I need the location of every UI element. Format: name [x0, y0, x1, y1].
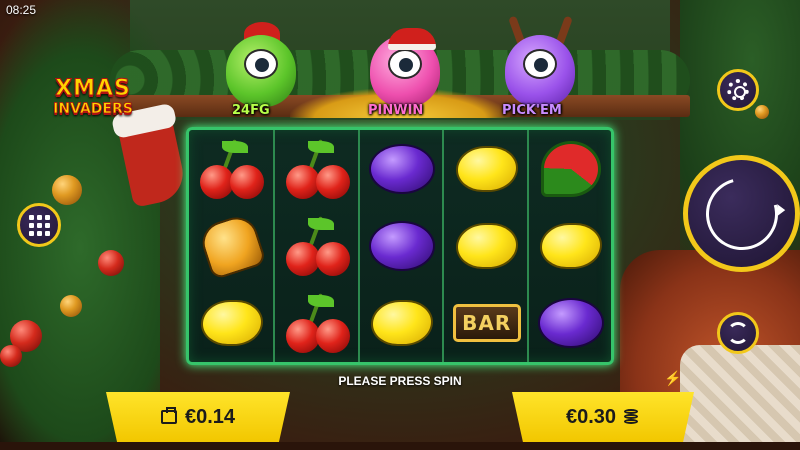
- reel-cell: [189, 130, 274, 207]
- reel-cell: [529, 284, 614, 361]
- green-monster-icon: [226, 35, 296, 107]
- reel-column: [526, 130, 614, 362]
- turbo-icon[interactable]: ⚡: [664, 370, 681, 388]
- reel-grid: BAR: [186, 127, 614, 365]
- bell-symbol-icon: [196, 211, 267, 280]
- autoplay-icon: [727, 322, 749, 344]
- spin-button[interactable]: [683, 155, 800, 272]
- balance-value: €0.14: [184, 405, 236, 428]
- reel-cell: [275, 207, 360, 284]
- balance-panel: €0.14: [106, 392, 290, 442]
- reel-cell: [444, 207, 529, 284]
- lemon-symbol-icon: [371, 299, 434, 346]
- reel-cell: [360, 130, 445, 207]
- reel-cell: [360, 207, 445, 284]
- logo-line-1: XMAS: [55, 76, 131, 101]
- reel-cell: [444, 130, 529, 207]
- settings-button[interactable]: [717, 69, 759, 111]
- game-logo: XMAS INVADERS: [38, 76, 148, 117]
- reel-cell: [275, 130, 360, 207]
- bar-symbol: BAR: [452, 303, 521, 342]
- feature-pickem-label: PICK'EM: [502, 103, 562, 118]
- reel-column: [357, 130, 445, 362]
- reel-column: BAR: [442, 130, 527, 362]
- spin-icon: [692, 164, 791, 263]
- cherry-symbol-icon: [198, 138, 266, 199]
- santa-hat: [388, 28, 436, 50]
- ornament: [755, 105, 769, 119]
- feature-free-games-label: 24FG: [232, 103, 270, 118]
- reel-cell: [189, 207, 274, 284]
- grid-menu-icon: [28, 214, 50, 236]
- ornament: [98, 250, 124, 276]
- lemon-symbol-icon: [540, 222, 603, 269]
- plum-symbol-icon: [538, 297, 605, 348]
- reel-cell: BAR: [444, 284, 529, 361]
- purple-monster-icon: [505, 35, 575, 107]
- bottom-strip: [0, 442, 800, 450]
- pillow: [680, 345, 800, 450]
- reel-cell: [529, 130, 614, 207]
- ornament: [52, 175, 82, 205]
- watermelon-symbol-icon: [541, 140, 602, 197]
- lemon-symbol-icon: [200, 299, 263, 346]
- ornament: [60, 295, 82, 317]
- lemon-symbol-icon: [455, 222, 518, 269]
- plum-symbol-icon: [369, 220, 436, 271]
- feature-pinwin-label: PINWIN: [368, 103, 424, 118]
- wallet-icon: [160, 407, 177, 424]
- reel-column: [189, 130, 274, 362]
- coin-stack-icon: [624, 409, 640, 425]
- reel-cell: [360, 284, 445, 361]
- reel-cell: [529, 207, 614, 284]
- plum-symbol-icon: [369, 143, 436, 194]
- cherry-symbol-icon: [284, 215, 352, 276]
- reel-cell: [189, 284, 274, 361]
- cherry-symbol-icon: [284, 138, 352, 199]
- logo-line-2: INVADERS: [53, 101, 134, 117]
- reel-column: [273, 130, 358, 362]
- gear-icon: [727, 79, 749, 101]
- ornament: [0, 345, 22, 367]
- bet-value: €0.30: [565, 405, 617, 428]
- cherry-symbol-icon: [284, 292, 352, 353]
- clock: 08:25: [6, 3, 37, 17]
- lemon-symbol-icon: [455, 145, 518, 192]
- menu-button[interactable]: [17, 203, 61, 247]
- autoplay-button[interactable]: [717, 312, 759, 354]
- bet-panel[interactable]: €0.30: [512, 392, 694, 442]
- reel-cell: [275, 284, 360, 361]
